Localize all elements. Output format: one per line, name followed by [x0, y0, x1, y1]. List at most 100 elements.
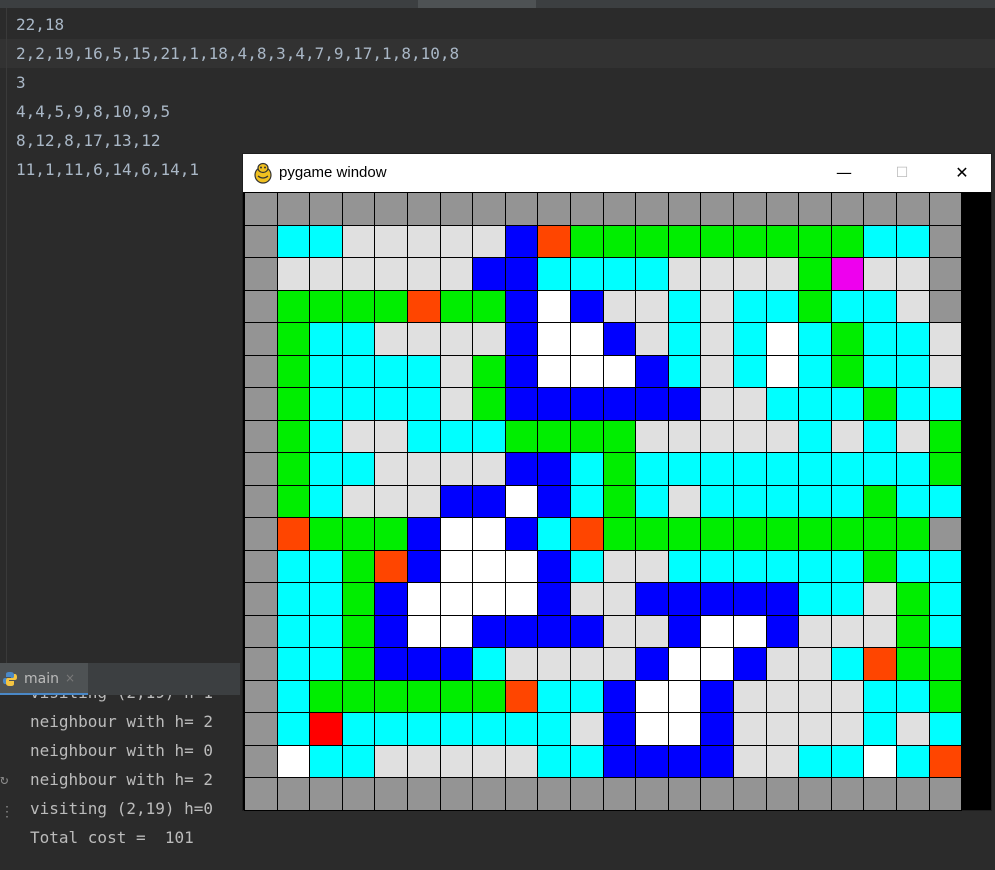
grid-cell — [700, 647, 734, 681]
code-line[interactable]: 4,4,5,9,8,10,9,5 — [16, 97, 170, 126]
grid-cell — [244, 679, 278, 713]
grid-cell — [765, 192, 800, 226]
grid-cell — [602, 354, 637, 388]
grid-cell — [733, 679, 767, 713]
grid-cell — [374, 257, 408, 291]
grid-cell — [928, 679, 963, 713]
grid-cell — [374, 192, 408, 226]
grid-cell — [765, 614, 800, 648]
grid-cell — [341, 289, 376, 323]
grid-cell — [374, 289, 408, 323]
grid-cell — [928, 224, 963, 258]
grid-cell — [407, 322, 441, 356]
grid-cell — [472, 289, 506, 323]
grid-cell — [635, 614, 669, 648]
grid-cell — [798, 549, 832, 583]
close-button[interactable]: ✕ — [933, 154, 991, 192]
code-line[interactable]: 22,18 — [16, 10, 64, 39]
code-line[interactable]: 2,2,19,16,5,15,21,1,18,4,8,3,4,7,9,17,1,… — [0, 39, 995, 68]
grid-cell — [863, 777, 897, 811]
grid-cell — [928, 517, 963, 551]
grid-cell — [830, 387, 865, 421]
grid-cell — [276, 679, 311, 713]
grid-cell — [537, 322, 571, 356]
grid-cell — [896, 712, 930, 746]
grid-cell — [537, 582, 571, 616]
grid-cell — [244, 484, 278, 518]
grid-cell — [341, 647, 376, 681]
grid-cell — [798, 517, 832, 551]
grid-cell — [765, 452, 800, 486]
grid-cell — [700, 419, 734, 453]
grid-cell — [635, 582, 669, 616]
grid-cell — [733, 419, 767, 453]
grid-cell — [407, 354, 441, 388]
grid-cell — [244, 777, 278, 811]
grid-cell — [602, 387, 637, 421]
rerun-icon[interactable]: ↻ — [0, 772, 8, 788]
grid-cell — [928, 582, 963, 616]
window-titlebar[interactable]: pygame window — ☐ ✕ — [243, 154, 991, 192]
grid-cell — [407, 224, 441, 258]
grid-cell — [602, 224, 637, 258]
run-tab-main[interactable]: main × — [0, 663, 88, 695]
grid-cell — [374, 744, 408, 778]
maximize-button[interactable]: ☐ — [873, 154, 931, 192]
grid-cell — [504, 257, 539, 291]
grid-cell — [667, 224, 702, 258]
grid-cell — [374, 224, 408, 258]
grid-cell — [244, 582, 278, 616]
grid-cell — [309, 614, 343, 648]
grid-cell — [504, 777, 539, 811]
minimize-button[interactable]: — — [815, 154, 873, 192]
total-cost-output: Total cost = 101 — [30, 828, 194, 847]
grid-cell — [537, 679, 571, 713]
grid-cell — [439, 744, 474, 778]
grid-cell — [504, 452, 539, 486]
grid-cell — [472, 224, 506, 258]
pathfinding-grid[interactable] — [243, 192, 991, 811]
code-line[interactable]: 3 — [16, 68, 26, 97]
grid-cell — [309, 679, 343, 713]
grid-cell — [439, 452, 474, 486]
grid-cell — [896, 647, 930, 681]
grid-cell — [374, 777, 408, 811]
grid-cell — [765, 419, 800, 453]
grid-cell — [374, 712, 408, 746]
grid-cell — [602, 582, 637, 616]
grid-cell — [700, 712, 734, 746]
code-line[interactable]: 11,1,11,6,14,6,14,1 — [16, 155, 199, 184]
grid-cell — [276, 452, 311, 486]
grid-cell — [602, 549, 637, 583]
grid-cell — [341, 257, 376, 291]
grid-cell — [439, 419, 474, 453]
grid-cell — [830, 354, 865, 388]
close-icon[interactable]: × — [65, 671, 75, 685]
grid-cell — [244, 354, 278, 388]
grid-cell — [798, 192, 832, 226]
grid-cell — [830, 647, 865, 681]
pin-icon[interactable]: ⋮ — [0, 804, 14, 820]
grid-cell — [765, 224, 800, 258]
grid-cell — [602, 419, 637, 453]
grid-cell — [504, 712, 539, 746]
grid-cell — [863, 387, 897, 421]
grid-cell — [635, 647, 669, 681]
grid-cell — [309, 582, 343, 616]
grid-cell — [602, 192, 637, 226]
grid-cell — [276, 744, 311, 778]
editor-active-tab[interactable] — [418, 0, 536, 8]
grid-cell — [863, 614, 897, 648]
grid-cell — [700, 354, 734, 388]
grid-cell — [635, 517, 669, 551]
grid-cell — [276, 192, 311, 226]
grid-cell — [863, 517, 897, 551]
grid-cell — [733, 549, 767, 583]
grid-cell — [504, 582, 539, 616]
grid-cell — [830, 744, 865, 778]
grid-cell — [602, 614, 637, 648]
grid-cell — [341, 744, 376, 778]
code-line[interactable]: 8,12,8,17,13,12 — [16, 126, 161, 155]
grid-cell — [407, 192, 441, 226]
grid-cell — [537, 289, 571, 323]
